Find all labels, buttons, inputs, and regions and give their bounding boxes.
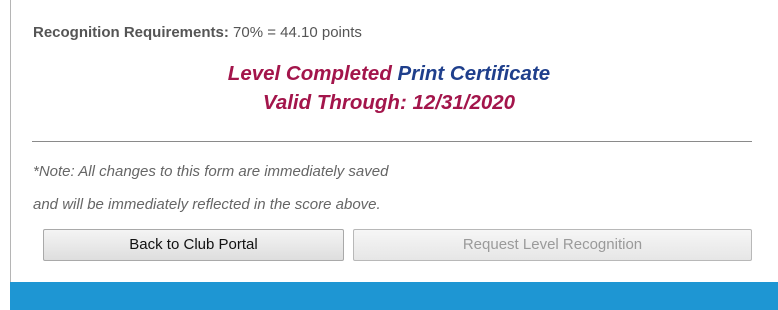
note-line-2: and will be immediately reflected in the… bbox=[33, 196, 381, 213]
section-divider bbox=[32, 141, 752, 142]
level-status-line: Level Completed Print Certificate bbox=[0, 62, 778, 86]
footer-bar bbox=[10, 282, 778, 310]
back-to-club-portal-button[interactable]: Back to Club Portal bbox=[43, 229, 344, 261]
valid-through-text: Valid Through: 12/31/2020 bbox=[262, 91, 516, 114]
page-frame: Recognition Requirements: 70% = 44.10 po… bbox=[0, 0, 778, 310]
request-level-recognition-button[interactable]: Request Level Recognition bbox=[353, 229, 752, 261]
requirements-label: Recognition Requirements: bbox=[33, 24, 229, 41]
level-completed-text: Level Completed bbox=[227, 62, 392, 85]
note-line-1: *Note: All changes to this form are imme… bbox=[33, 163, 389, 180]
print-certificate-link[interactable]: Print Certificate bbox=[392, 62, 551, 85]
requirements-value: 70% = 44.10 points bbox=[228, 24, 362, 41]
recognition-requirements: Recognition Requirements: 70% = 44.10 po… bbox=[33, 24, 362, 41]
